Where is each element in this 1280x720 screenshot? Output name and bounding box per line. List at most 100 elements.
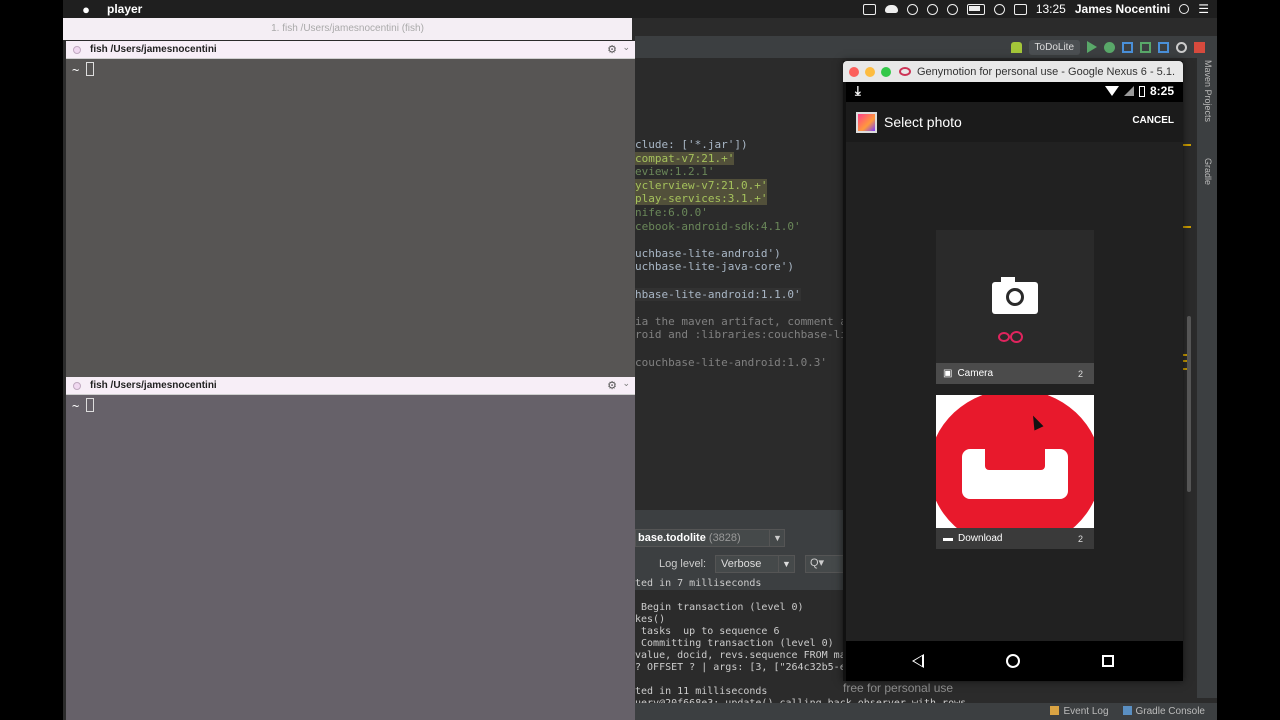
sdk-icon[interactable]: [1122, 41, 1133, 53]
spotlight-icon[interactable]: [1179, 4, 1190, 14]
structure-icon[interactable]: [1158, 41, 1169, 53]
notification-center-icon[interactable]: ☰: [1198, 2, 1209, 16]
ide-toolbar: ToDoLite: [635, 36, 1217, 58]
cloud-icon[interactable]: [884, 5, 898, 13]
minimize-icon[interactable]: [865, 66, 875, 77]
album-label: Download: [958, 533, 1003, 544]
genymotion-icon: [899, 67, 911, 76]
album-tile-camera[interactable]: ▣ Camera 2: [936, 230, 1094, 384]
code-line: uchbase-lite-java-core'): [635, 260, 794, 274]
chevron-down-icon[interactable]: ⌄: [622, 42, 630, 53]
battery-icon[interactable]: [966, 3, 985, 15]
camera-thumbnail: [936, 230, 1094, 363]
android-clock: 8:25: [1149, 84, 1174, 98]
app-menu[interactable]: player: [107, 2, 142, 16]
device-icon[interactable]: [1140, 41, 1151, 53]
bluetooth-icon[interactable]: [926, 3, 938, 15]
couchbase-thumbnail: [936, 395, 1094, 528]
time-machine-icon[interactable]: [946, 3, 958, 15]
wifi-icon[interactable]: [993, 3, 1005, 15]
android-screen[interactable]: ⤓ 8:25 Select photo CANCEL ▣ Camera 2 ▬ …: [846, 82, 1183, 681]
code-line: uchbase-lite-android'): [635, 246, 781, 260]
terminal-prompt: ~: [72, 63, 80, 77]
screen: ToDoLite clude: ['*.jar']) compat-v7:21.+…: [63, 0, 1217, 720]
terminal-pane[interactable]: fish /Users/jamesnocentini ⚙ ⌄ ~: [66, 41, 635, 377]
search-icon[interactable]: [1176, 41, 1187, 53]
terminal-title: fish /Users/jamesnocentini: [90, 44, 217, 55]
recents-icon[interactable]: [1102, 655, 1114, 667]
camera-icon: ▣: [943, 368, 953, 379]
maximize-icon[interactable]: [881, 66, 891, 77]
run-icon[interactable]: [1087, 41, 1097, 53]
log-line: tasks up to sequence 6: [635, 626, 780, 637]
wifi-icon: [1104, 86, 1119, 96]
process-select[interactable]: base.todolite (3828): [635, 529, 785, 547]
app-bar: Select photo CANCEL: [846, 102, 1183, 142]
chevron-down-icon[interactable]: ▼: [769, 529, 785, 547]
photos-app-icon: [856, 111, 877, 133]
close-icon[interactable]: [849, 66, 859, 77]
debug-icon[interactable]: [1104, 41, 1115, 53]
album-count: 2: [1077, 368, 1083, 379]
code-line: compat-v7:21.+': [635, 151, 735, 165]
gear-icon[interactable]: ⚙: [607, 379, 617, 392]
code-line: yclerview-v7:21.0.+': [635, 178, 768, 192]
back-icon[interactable]: [912, 654, 924, 668]
log-level-label: Log level:: [659, 558, 707, 570]
code-line: roid and :libraries:couchbase-lit: [635, 328, 854, 342]
log-line: value, docid, revs.sequence FROM maps,: [635, 650, 864, 661]
album-label: Camera: [957, 368, 994, 379]
keyboard-icon[interactable]: [1013, 3, 1027, 15]
chevron-down-icon: ▼: [778, 556, 794, 572]
folder-icon: ▬: [943, 533, 953, 544]
genymotion-window[interactable]: Genymotion for personal use - Google Nex…: [843, 61, 1183, 695]
run-config-select[interactable]: ToDoLite: [1028, 39, 1080, 55]
download-icon: ⤓: [855, 83, 861, 98]
log-line: Committing transaction (level 0): [635, 638, 834, 649]
maven-projects-tab[interactable]: Maven Projects: [1201, 60, 1213, 122]
apple-icon[interactable]: ●: [75, 2, 97, 17]
album-tile-download[interactable]: ▬ Download 2: [936, 395, 1094, 549]
log-level-select[interactable]: Verbose ▼: [715, 555, 795, 573]
terminal-cursor: [86, 62, 94, 76]
logcat-output[interactable]: ted in 7 milliseconds Begin transaction …: [635, 578, 966, 710]
help-icon[interactable]: [1194, 41, 1205, 53]
menu-clock[interactable]: 13:25: [1036, 2, 1066, 16]
album-caption: ▣ Camera 2: [936, 363, 1094, 384]
code-editor[interactable]: clude: ['*.jar']) compat-v7:21.+' eview:1.…: [635, 138, 854, 369]
android-nav-bar: [846, 641, 1183, 681]
terminal-prompt: ~: [72, 399, 80, 413]
code-line: play-services:3.1.+': [635, 192, 768, 206]
code-line: hbase-lite-android:1.1.0': [635, 287, 801, 301]
terminal-pane[interactable]: fish /Users/jamesnocentini ⚙ ⌄ ~: [66, 377, 635, 720]
signal-icon: [1123, 86, 1134, 96]
chevron-down-icon[interactable]: ⌄: [622, 378, 630, 389]
code-line: clude: ['*.jar']): [635, 138, 748, 151]
hand-icon[interactable]: [906, 3, 918, 15]
log-search-icon[interactable]: Q▾: [805, 555, 845, 573]
terminal-title-bar: fish /Users/jamesnocentini ⚙ ⌄: [66, 377, 635, 395]
genymotion-title-bar: Genymotion for personal use - Google Nex…: [843, 61, 1183, 82]
log-line: ted in 7 milliseconds: [635, 578, 762, 589]
log-line: Begin transaction (level 0): [635, 602, 804, 613]
gear-icon[interactable]: ⚙: [607, 43, 617, 56]
code-line: ia the maven artifact, comment ab: [635, 314, 854, 328]
gradle-tab[interactable]: Gradle: [1201, 158, 1213, 185]
event-log-button[interactable]: Event Log: [1050, 706, 1109, 717]
menu-user[interactable]: James Nocentini: [1075, 2, 1170, 16]
android-icon: [1010, 41, 1022, 53]
log-line: ? OFFSET ? | args: [3, ["264c32b5-e9cc: [635, 662, 864, 673]
home-icon[interactable]: [1006, 654, 1020, 668]
cancel-button[interactable]: CANCEL: [1132, 115, 1174, 126]
android-status-bar: ⤓ 8:25: [846, 82, 1183, 102]
screen-title: Select photo: [884, 114, 962, 130]
scrollbar[interactable]: [1187, 316, 1191, 492]
gradle-console-button[interactable]: Gradle Console: [1122, 706, 1205, 717]
code-line: nife:6.0.0': [635, 205, 708, 219]
screen-record-icon[interactable]: [862, 3, 876, 15]
genymotion-logo-icon: [998, 332, 1010, 342]
desktop: ToDoLite clude: ['*.jar']) compat-v7:21.+…: [0, 0, 1280, 720]
